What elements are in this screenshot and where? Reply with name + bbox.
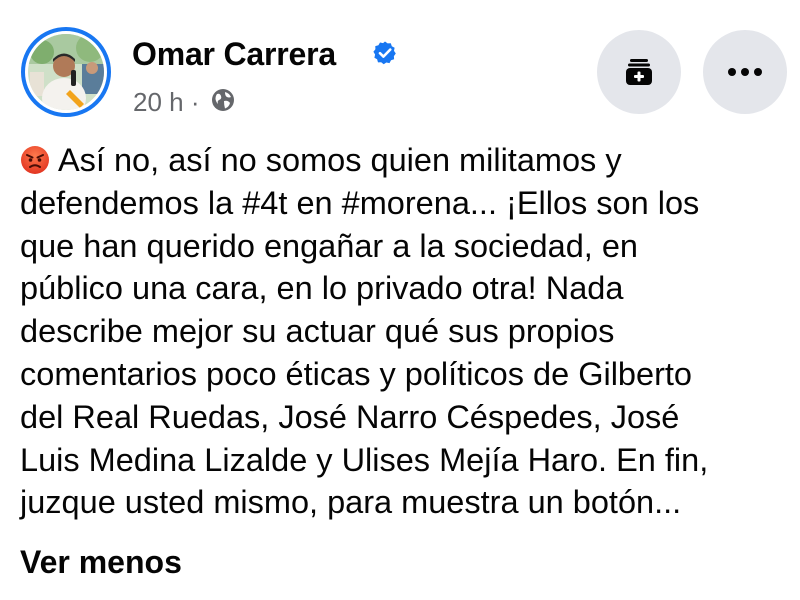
post-timestamp[interactable]: 20 h	[133, 87, 184, 117]
add-to-collection-button[interactable]	[597, 30, 681, 114]
post-text-line: describe mejor su actuar qué sus propios	[20, 313, 615, 350]
post-text-line: comentarios poco éticas y políticos de G…	[20, 355, 692, 392]
verified-badge-icon	[373, 41, 396, 65]
avatar-photo	[28, 34, 104, 110]
post-text-line: público una cara, en lo privado otra! Na…	[20, 270, 624, 307]
avatar[interactable]	[21, 27, 111, 117]
post-text-line: del Real Ruedas, José Narro Céspedes, Jo…	[20, 398, 680, 435]
post-text-line: Así no, así no somos quien militamos y	[20, 139, 760, 182]
post-text-line: que han querido engañar a la sociedad, e…	[20, 227, 638, 264]
add-to-collection-icon	[626, 59, 652, 85]
author-name[interactable]: Omar Carrera	[132, 34, 336, 74]
post-text-line: Luis Medina Lizalde y Ulises Mejía Haro.…	[20, 441, 709, 478]
more-options-icon	[728, 68, 762, 76]
globe-icon[interactable]	[211, 88, 235, 112]
post-text-line: defendemos la #4t en #morena... ¡Ellos s…	[20, 184, 700, 221]
angry-face-emoji-icon	[21, 146, 49, 174]
post-text-line: juzque usted mismo, para muestra un botó…	[20, 484, 682, 521]
more-options-button[interactable]	[703, 30, 787, 114]
post-header: Omar Carrera 20 h ·	[0, 0, 800, 130]
post-meta: 20 h ·	[133, 84, 235, 118]
post-text: Así no, así no somos quien militamos y d…	[20, 139, 760, 524]
meta-separator: ·	[190, 87, 200, 118]
see-less-link[interactable]: Ver menos	[20, 541, 182, 583]
